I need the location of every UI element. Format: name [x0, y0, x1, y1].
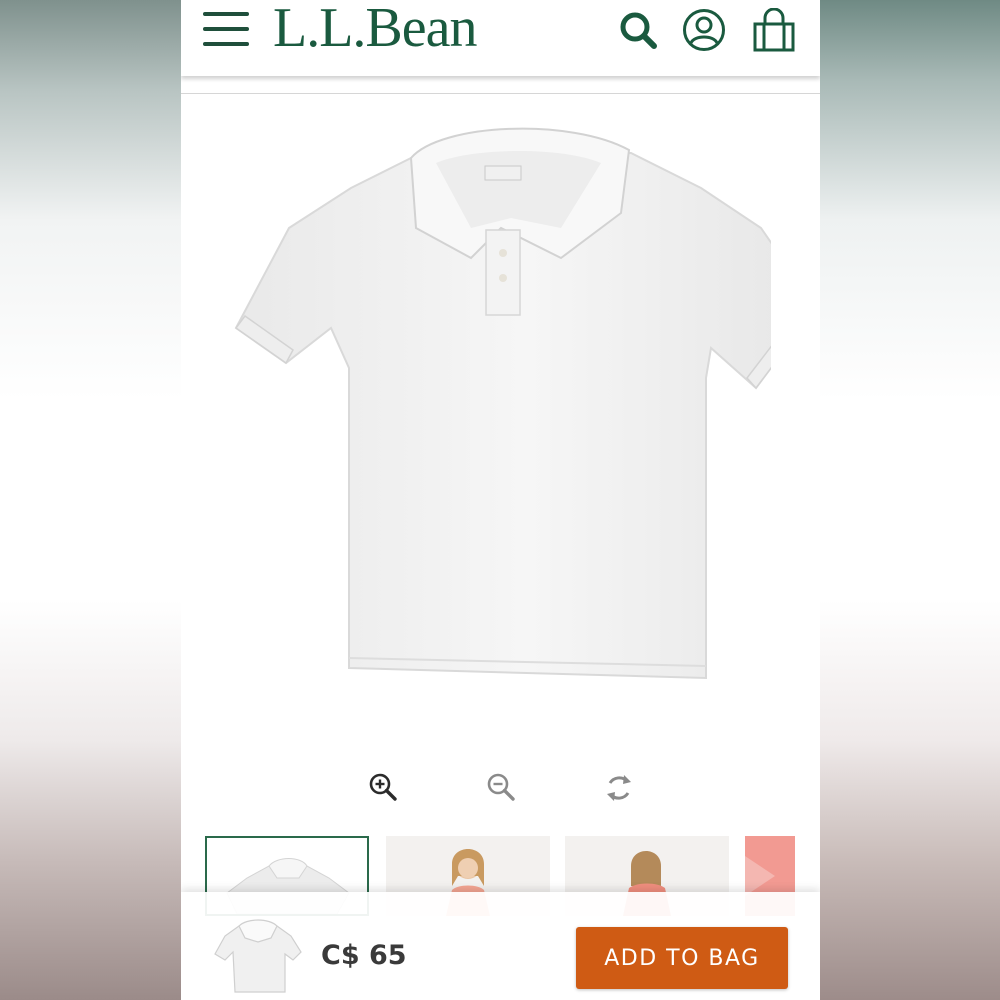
background-right — [820, 0, 1000, 1000]
thumbnail-strip — [205, 836, 805, 916]
background-left — [0, 0, 181, 1000]
zoom-in-icon[interactable] — [366, 770, 402, 806]
header-divider — [181, 76, 820, 94]
add-to-bag-button[interactable]: ADD TO BAG — [576, 927, 788, 989]
brand-logo[interactable]: L.L.Bean — [273, 0, 477, 60]
search-icon[interactable] — [617, 8, 661, 52]
product-price: C$ 65 — [321, 940, 407, 971]
zoom-out-icon[interactable] — [484, 770, 520, 806]
site-header: L.L.Bean — [181, 0, 820, 76]
purchase-bar: C$ 65 ADD TO BAG — [181, 892, 820, 1000]
product-page: L.L.Bean C$ 65 ADD TO BAG — [181, 0, 820, 1000]
white-polo-shirt-image[interactable] — [231, 118, 771, 688]
account-icon[interactable] — [682, 8, 726, 52]
image-controls — [181, 770, 820, 810]
shopping-bag-icon[interactable] — [752, 8, 796, 52]
product-thumbnail — [214, 919, 302, 993]
rotate-reset-icon[interactable] — [601, 770, 637, 806]
hamburger-menu-icon[interactable] — [203, 12, 249, 46]
